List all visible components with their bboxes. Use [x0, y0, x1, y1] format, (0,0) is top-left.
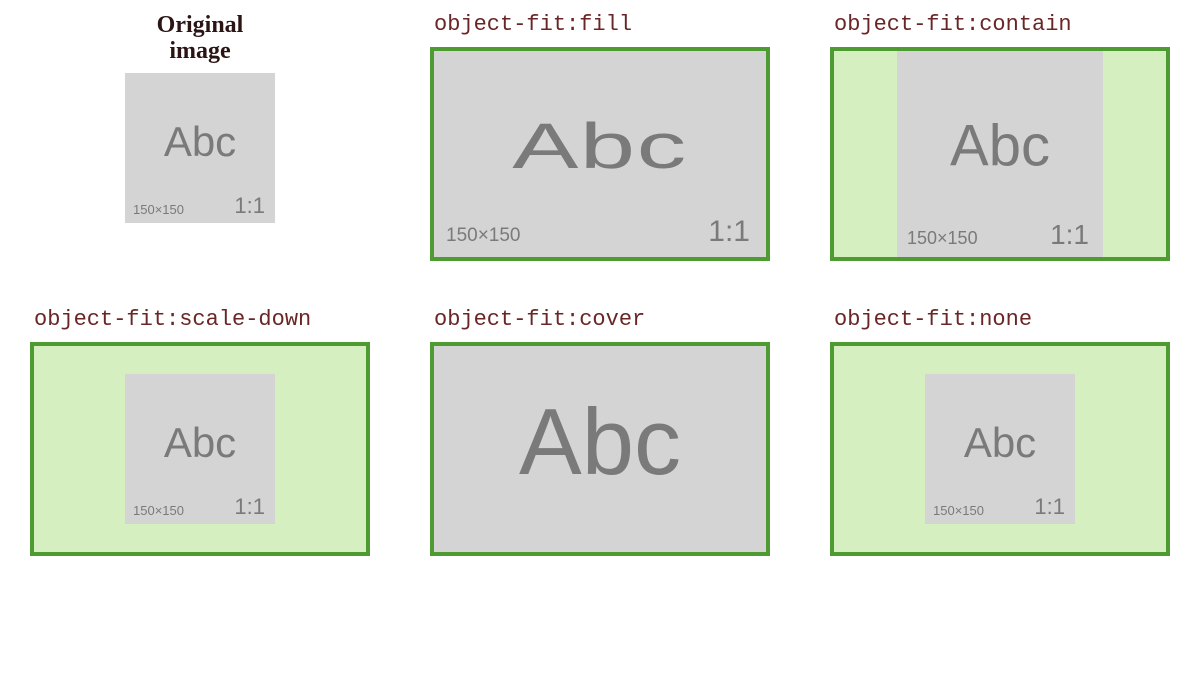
- placeholder-image-contain: Abc 150×150 1:1: [897, 51, 1103, 257]
- placeholder-ratio: 1:1: [708, 215, 750, 249]
- placeholder-image-fill: Abc 150×150 1:1: [434, 51, 766, 257]
- placeholder-dims: 150×150: [446, 225, 521, 247]
- placeholder-image-none: Abc 150×150 1:1: [925, 374, 1075, 524]
- row-2: object-fit:scale-down Abc 150×150 1:1 ob…: [30, 307, 1170, 556]
- cell-original: Original image Abc 150×150 1:1: [30, 12, 370, 261]
- placeholder-ratio: 1:1: [234, 193, 265, 219]
- row-1: Original image Abc 150×150 1:1 object-fi…: [30, 12, 1170, 261]
- frame-cover: Abc 150×150 1:1: [430, 342, 770, 556]
- cell-scale-down: object-fit:scale-down Abc 150×150 1:1: [30, 307, 370, 556]
- placeholder-center-text: Abc: [512, 109, 688, 183]
- placeholder-center-text: Abc: [164, 419, 236, 467]
- object-fit-diagram: Original image Abc 150×150 1:1 object-fi…: [0, 0, 1200, 675]
- title-none: object-fit:none: [834, 307, 1170, 332]
- placeholder-ratio: 1:1: [1034, 494, 1065, 520]
- cell-cover: object-fit:cover Abc 150×150 1:1: [430, 307, 770, 556]
- title-contain: object-fit:contain: [834, 12, 1170, 37]
- title-fill: object-fit:fill: [434, 12, 770, 37]
- placeholder-image-scale-down: Abc 150×150 1:1: [125, 374, 275, 524]
- original-image-wrap: Abc 150×150 1:1: [30, 73, 370, 223]
- frame-scale-down: Abc 150×150 1:1: [30, 342, 370, 556]
- placeholder-center-text: Abc: [164, 118, 236, 166]
- frame-none: Abc 150×150 1:1: [830, 342, 1170, 556]
- placeholder-dims: 150×150: [933, 503, 984, 518]
- cell-fill: object-fit:fill Abc 150×150 1:1: [430, 12, 770, 261]
- title-cover: object-fit:cover: [434, 307, 770, 332]
- placeholder-ratio: 1:1: [1050, 219, 1089, 251]
- placeholder-image-cover: Abc 150×150 1:1: [434, 342, 766, 556]
- title-scale-down: object-fit:scale-down: [34, 307, 370, 332]
- placeholder-ratio: 1:1: [234, 494, 265, 520]
- placeholder-dims: 150×150: [133, 503, 184, 518]
- original-title: Original image: [115, 12, 285, 65]
- placeholder-dims: 150×150: [907, 228, 978, 249]
- cell-contain: object-fit:contain Abc 150×150 1:1: [830, 12, 1170, 261]
- placeholder-center-text: Abc: [519, 388, 681, 496]
- cell-none: object-fit:none Abc 150×150 1:1: [830, 307, 1170, 556]
- frame-fill: Abc 150×150 1:1: [430, 47, 770, 261]
- placeholder-image-original: Abc 150×150 1:1: [125, 73, 275, 223]
- original-title-line1: Original: [157, 12, 244, 38]
- placeholder-center-text: Abc: [964, 419, 1036, 467]
- placeholder-dims: 150×150: [133, 202, 184, 217]
- original-title-line2: image: [169, 38, 230, 64]
- placeholder-center-text: Abc: [950, 112, 1050, 179]
- frame-contain: Abc 150×150 1:1: [830, 47, 1170, 261]
